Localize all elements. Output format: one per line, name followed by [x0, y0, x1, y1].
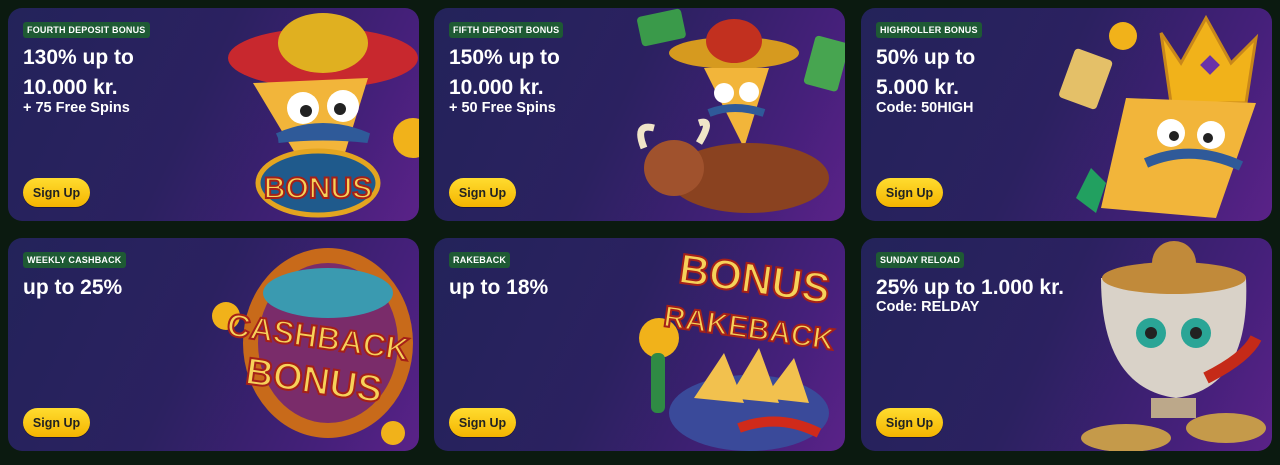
nacho-king-crown-illustration	[1059, 14, 1259, 218]
promo-headline: up to 25%	[23, 273, 238, 303]
promo-headline-line1: 130% up to	[23, 46, 134, 69]
promo-badge: HIGHROLLER BONUS	[876, 22, 982, 38]
sign-up-button[interactable]: Sign Up	[23, 408, 90, 437]
promo-card-highroller: HIGHROLLER BONUS 50% up to 5.000 kr. Cod…	[861, 8, 1272, 221]
sign-up-button[interactable]: Sign Up	[876, 178, 943, 207]
cashback-bonus-pot-illustration: CASHBACK BONUS	[212, 248, 413, 445]
sign-up-button[interactable]: Sign Up	[449, 178, 516, 207]
bonus-art-text: BONUS	[676, 245, 833, 313]
bonus-art-text: BONUS	[264, 172, 372, 205]
promo-badge: FOURTH DEPOSIT BONUS	[23, 22, 150, 38]
promo-card-sunday-reload: SUNDAY RELOAD 25% up to 1.000 kr. Code: …	[861, 238, 1272, 451]
sign-up-button[interactable]: Sign Up	[449, 408, 516, 437]
nacho-sombrero-bonus-illustration: BONUS	[228, 13, 419, 218]
promo-headline-line1: up to 25%	[23, 276, 123, 299]
skull-trophy-coins-illustration	[1081, 241, 1266, 451]
promo-card-rakeback: RAKEBACK up to 18% Sign Up BONUS RAKEBAC…	[434, 238, 845, 451]
promo-card-weekly-cashback: WEEKLY CASHBACK up to 25% Sign Up CASHBA…	[8, 238, 419, 451]
promo-badge: RAKEBACK	[449, 252, 511, 268]
promo-headline: 130% up to 10.000 kr.	[23, 43, 238, 103]
nacho-riding-bull-illustration	[637, 8, 845, 213]
sign-up-button[interactable]: Sign Up	[876, 408, 943, 437]
promo-badge: SUNDAY RELOAD	[876, 252, 965, 268]
bonus-rakeback-nachos-illustration: BONUS RAKEBACK	[639, 244, 838, 451]
promo-subtext: + 50 Free Spins	[449, 100, 556, 116]
promo-subtext: Code: RELDAY	[876, 299, 980, 315]
promo-card-fifth-deposit: FIFTH DEPOSIT BONUS 150% up to 10.000 kr…	[434, 8, 845, 221]
promo-subtext: + 75 Free Spins	[23, 100, 130, 116]
promo-headline-line2: 10.000 kr.	[23, 76, 118, 99]
sign-up-button[interactable]: Sign Up	[23, 178, 90, 207]
promo-badge: FIFTH DEPOSIT BONUS	[449, 22, 564, 38]
promo-card-fourth-deposit: FOURTH DEPOSIT BONUS 130% up to 10.000 k…	[8, 8, 419, 221]
promo-badge: WEEKLY CASHBACK	[23, 252, 126, 268]
promo-subtext: Code: 50HIGH	[876, 100, 974, 116]
